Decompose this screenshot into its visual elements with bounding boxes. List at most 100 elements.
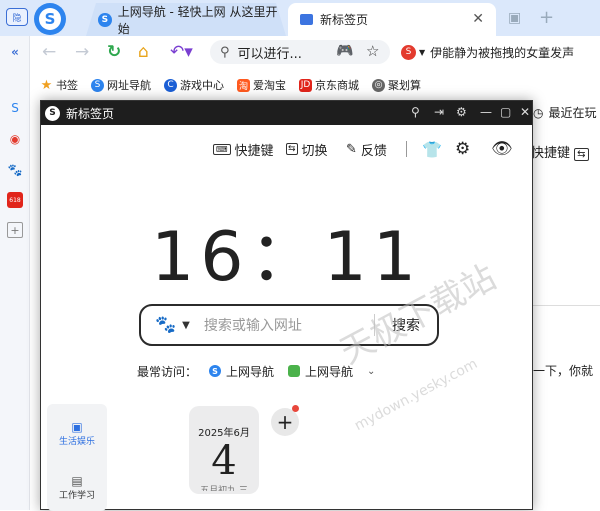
background-shortcut-label: 快捷键 <box>531 146 571 161</box>
juhuasuan-icon: ◎ <box>372 78 385 92</box>
bookmark-star-icon[interactable]: ☆ <box>366 42 379 60</box>
chevron-down-icon: ▼ <box>419 47 426 57</box>
settings-icon[interactable]: ⚙ <box>456 105 467 119</box>
switch-label: 切换 <box>301 143 328 159</box>
most-visited-item[interactable]: S 上网导航 <box>209 363 274 380</box>
bookmark-label: 爱淘宝 <box>253 79 286 92</box>
chevron-down-icon[interactable]: ⌄ <box>367 366 375 377</box>
close-tab-icon[interactable]: ✕ <box>472 11 484 27</box>
minimize-icon[interactable]: — <box>480 105 492 119</box>
most-visited-label: 最常访问： <box>137 364 198 379</box>
recent-play-label: 最近在玩 <box>548 106 597 120</box>
most-visited-item[interactable]: 上网导航 <box>288 363 353 380</box>
divider <box>533 305 600 306</box>
date-month: 2025年6月 <box>198 428 250 439</box>
bookmarks-bar: ★ 书签 S 网址导航 C 游戏中心 淘 爱淘宝 JD 京东商城 ◎ 聚划算 <box>0 70 600 100</box>
notification-dot <box>292 405 299 412</box>
category-sidebar: ▣ 生活娱乐 ▤ 工作学习 <box>47 404 107 511</box>
category-label: 生活娱乐 <box>58 437 95 447</box>
undo-icon[interactable]: ↶▾ <box>170 42 193 62</box>
star-icon: ★ <box>40 77 53 93</box>
open-in-tab-icon[interactable]: ⇥ <box>434 105 444 119</box>
bookmark-label: 聚划算 <box>388 79 421 92</box>
collapse-sidebar-icon[interactable]: « <box>7 44 23 60</box>
switch-icon: ⇆ <box>286 143 298 155</box>
bookmark-label: 京东商城 <box>315 79 359 92</box>
bookmark-item[interactable]: ★ 书签 <box>40 77 78 93</box>
ecommerce-app-icon[interactable]: 618 <box>7 192 23 208</box>
new-tab-toolbar: ⌨ 快捷键 ⇆ 切换 ✎ 反馈 👕 ⚙ 👁 <box>41 137 532 161</box>
category-label: 工作学习 <box>58 491 95 501</box>
bookmark-item[interactable]: ◎ 聚划算 <box>372 77 421 93</box>
add-widget-button[interactable]: + <box>271 408 299 436</box>
search-suggestion-text: 伊能静为被拖拽的女童发声 <box>430 45 575 60</box>
tab-new-tab[interactable]: 新标签页 ✕ <box>288 3 496 36</box>
switch-button[interactable]: ⇆ 切换 <box>286 137 328 161</box>
switch-icon: ⇆ <box>574 148 589 161</box>
refresh-icon[interactable]: ↻ <box>107 42 121 62</box>
jd-icon: JD <box>299 78 312 92</box>
eye-icon[interactable]: 👁 <box>491 137 513 161</box>
background-tip-text: 一下，你就 <box>533 364 594 378</box>
add-sidebar-app-icon[interactable]: + <box>7 222 23 238</box>
browser-logo-icon: S <box>45 105 60 121</box>
baidu-paw-icon[interactable]: 🐾 <box>7 162 23 178</box>
home-icon[interactable]: ⌂ <box>138 42 149 62</box>
pin-icon[interactable]: ⚲ <box>411 105 420 119</box>
divider <box>406 141 407 157</box>
address-bar[interactable]: ⚲ 可以进行... <box>210 40 390 64</box>
recent-play-link[interactable]: ◷ 最近在玩 <box>533 104 597 121</box>
feedback-label: 反馈 <box>360 143 387 159</box>
most-visited-site: 上网导航 <box>305 364 354 379</box>
edit-icon: ✎ <box>346 141 357 157</box>
bookmark-item[interactable]: 淘 爱淘宝 <box>237 77 286 93</box>
close-window-icon[interactable]: ✕ <box>520 105 530 119</box>
category-life-entertainment[interactable]: ▣ 生活娱乐 <box>47 420 107 447</box>
keyboard-icon: ⌨ <box>213 143 231 155</box>
game-center-icon: C <box>164 78 177 92</box>
clock-icon: ◷ <box>533 105 544 120</box>
site-favicon-icon <box>288 365 301 377</box>
browser-logo-icon[interactable]: S <box>34 3 66 35</box>
sidebar-toggle-button[interactable]: 隐 <box>6 8 28 26</box>
date-day: 4 <box>211 438 237 484</box>
color-circle-icon[interactable]: ◉ <box>7 131 23 147</box>
category-work-study[interactable]: ▤ 工作学习 <box>47 474 107 501</box>
most-visited: 最常访问： S 上网导航 上网导航 ⌄ <box>137 362 437 380</box>
forward-icon[interactable]: → <box>75 42 89 62</box>
shortcut-label: 快捷键 <box>234 143 274 159</box>
tab-manager-icon[interactable]: ▣ <box>508 10 521 26</box>
date-widget[interactable]: 2025年6月 4 五月初九 三 <box>189 406 259 494</box>
tab-label: 新标签页 <box>320 13 369 27</box>
baidu-paw-icon[interactable]: 🐾 <box>155 315 176 335</box>
search-engine-icon: S <box>401 44 416 60</box>
gamepad-icon[interactable]: 🎮 <box>336 43 353 59</box>
bookmark-label: 网址导航 <box>107 79 151 92</box>
search-engine-box[interactable]: S ▼ 伊能静为被拖拽的女童发声 <box>393 40 600 64</box>
maximize-icon[interactable]: ▢ <box>500 105 511 119</box>
back-icon[interactable]: ← <box>42 42 56 62</box>
browser-logo-icon: S <box>91 78 104 92</box>
bookmark-item[interactable]: JD 京东商城 <box>299 77 359 93</box>
date-lunar: 五月初九 三 <box>200 486 248 491</box>
new-tab-button[interactable]: + <box>539 7 554 28</box>
window-title: 新标签页 <box>66 106 115 121</box>
tab-shangwang-daohang[interactable]: S 上网导航 - 轻快上网 从这里开始 <box>86 3 286 36</box>
life-icon: ▣ <box>71 420 83 434</box>
briefcase-icon: ▤ <box>71 474 83 488</box>
background-shortcut-link[interactable]: 快捷键 ⇆ <box>531 142 589 161</box>
skin-icon[interactable]: 👕 <box>422 137 442 161</box>
feedback-button[interactable]: ✎ 反馈 <box>346 137 387 161</box>
chevron-down-icon[interactable]: ▼ <box>182 320 190 331</box>
bookmark-label: 书签 <box>56 79 78 92</box>
shortcut-button[interactable]: ⌨ 快捷键 <box>213 137 274 161</box>
most-visited-site: 上网导航 <box>226 364 275 379</box>
bookmark-item[interactable]: C 游戏中心 <box>164 77 224 93</box>
bookmark-item[interactable]: S 网址导航 <box>91 77 151 93</box>
address-text: 可以进行... <box>237 46 302 62</box>
browser-logo-icon: S <box>98 13 112 27</box>
browser-logo-icon: S <box>209 365 222 377</box>
browser-logo-icon[interactable]: S <box>7 100 23 116</box>
settings-icon[interactable]: ⚙ <box>455 137 470 161</box>
bookmark-label: 游戏中心 <box>180 79 224 92</box>
